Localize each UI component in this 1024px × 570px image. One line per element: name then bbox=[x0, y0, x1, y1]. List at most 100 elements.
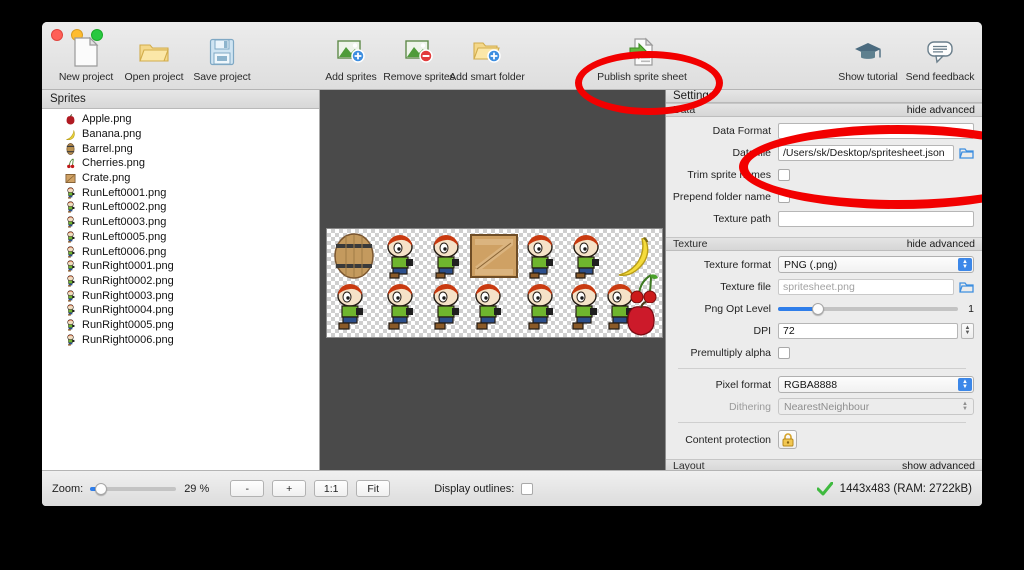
sprite-list-item[interactable]: Barrel.png bbox=[42, 141, 319, 156]
sprite-list-item-label: Cherries.png bbox=[82, 157, 145, 170]
sprite-list-item[interactable]: RunRight0003.png bbox=[42, 288, 319, 303]
cherries-thumb bbox=[64, 157, 77, 170]
add-sprites-button[interactable]: Add sprites bbox=[317, 36, 385, 83]
sprite-apple bbox=[627, 301, 655, 336]
dpi-field[interactable]: 72 bbox=[778, 322, 958, 339]
graduation-cap-icon bbox=[853, 36, 883, 68]
sprite-list-item[interactable]: Cherries.png bbox=[42, 156, 319, 171]
zoom-fit-button[interactable]: Fit bbox=[356, 480, 391, 497]
data-format-row: Data Format PixiJS bbox=[666, 122, 974, 139]
trim-sprite-names-checkbox[interactable] bbox=[778, 168, 790, 181]
sprite-list-item[interactable]: Apple.png bbox=[42, 112, 319, 127]
status-bar: Zoom: 29 % - + 1:1 Fit Display outlines:… bbox=[42, 470, 982, 506]
add-smart-folder-button[interactable]: Add smart folder bbox=[449, 36, 525, 83]
premultiply-alpha-row: Premultiply alpha bbox=[666, 344, 974, 361]
main-content: Sprites Apple.png Banana.png Barrel.png Che… bbox=[42, 90, 982, 473]
display-outlines-checkbox[interactable] bbox=[521, 482, 534, 495]
sprite-list-item[interactable]: RunLeft0005.png bbox=[42, 230, 319, 245]
sprite-list-item[interactable]: RunRight0002.png bbox=[42, 274, 319, 289]
remove-sprites-button[interactable]: Remove sprites bbox=[383, 36, 455, 83]
sprite-character bbox=[387, 284, 413, 330]
sprite-sheet-canvas[interactable] bbox=[320, 90, 666, 470]
texture-file-browse-icon[interactable] bbox=[958, 280, 974, 294]
zoom-in-button[interactable]: + bbox=[272, 480, 307, 497]
sprite-list-item-label: RunRight0003.png bbox=[82, 289, 174, 302]
sprite-character bbox=[475, 284, 501, 330]
open-project-button[interactable]: Open project bbox=[120, 36, 188, 83]
chevron-updown-icon: ▲ ▼ bbox=[958, 378, 972, 391]
prepend-folder-name-checkbox[interactable] bbox=[778, 190, 790, 203]
sprite-list-item-label: Banana.png bbox=[82, 128, 142, 141]
sprite-character bbox=[527, 284, 553, 330]
data-advanced-toggle[interactable]: hide advanced bbox=[907, 104, 975, 116]
texture-file-label: Texture file bbox=[720, 280, 771, 293]
application-window: New project Open project Save project Ad… bbox=[42, 22, 982, 506]
sprite-cherries bbox=[630, 274, 658, 303]
data-format-field[interactable]: PixiJS bbox=[778, 122, 974, 139]
texture-format-label: Texture format bbox=[703, 258, 771, 271]
sprites-panel-header: Sprites bbox=[42, 90, 319, 109]
texture-format-value: PNG (.png) bbox=[784, 258, 838, 271]
sprite-list-item[interactable]: RunRight0005.png bbox=[42, 318, 319, 333]
sprite-list-item[interactable]: Banana.png bbox=[42, 127, 319, 142]
texture-path-field[interactable] bbox=[778, 210, 974, 227]
content-protection-button[interactable] bbox=[778, 430, 797, 449]
texture-file-field[interactable]: spritesheet.png bbox=[778, 278, 954, 295]
status-text: 1443x483 (RAM: 2722kB) bbox=[839, 482, 972, 495]
new-project-button[interactable]: New project bbox=[52, 36, 120, 83]
sprite-list-item[interactable]: Crate.png bbox=[42, 171, 319, 186]
content-protection-row: Content protection bbox=[666, 430, 974, 449]
toolbar-group-publish: Publish sprite sheet bbox=[582, 36, 702, 83]
png-opt-level-slider[interactable] bbox=[778, 302, 958, 315]
sprite-list-item-label: Apple.png bbox=[82, 113, 132, 126]
publish-sprite-sheet-button[interactable]: Publish sprite sheet bbox=[582, 36, 702, 83]
data-file-field[interactable]: /Users/sk/Desktop/spritesheet.json bbox=[778, 144, 954, 161]
sprite-list-item-label: RunLeft0001.png bbox=[82, 186, 167, 199]
data-file-browse-icon[interactable] bbox=[958, 146, 974, 160]
save-project-button[interactable]: Save project bbox=[188, 36, 256, 83]
zoom-percent-value: 29 % bbox=[184, 482, 210, 495]
character-thumb bbox=[64, 304, 77, 317]
send-feedback-button[interactable]: Send feedback bbox=[904, 36, 976, 83]
png-opt-level-label: Png Opt Level bbox=[704, 302, 771, 315]
dithering-value: NearestNeighbour bbox=[784, 400, 870, 413]
texture-advanced-toggle[interactable]: hide advanced bbox=[907, 238, 975, 250]
dithering-row: Dithering NearestNeighbour ▲ ▼ bbox=[666, 398, 974, 415]
texture-path-label: Texture path bbox=[713, 212, 771, 225]
sprite-list-item[interactable]: RunLeft0002.png bbox=[42, 200, 319, 215]
sprite-list-item[interactable]: RunRight0006.png bbox=[42, 332, 319, 347]
crate-thumb bbox=[64, 172, 77, 185]
add-smart-folder-label: Add smart folder bbox=[449, 71, 525, 83]
texture-section-header: Texture hide advanced bbox=[666, 237, 982, 251]
zoom-actual-size-button[interactable]: 1:1 bbox=[314, 480, 349, 497]
zoom-out-button[interactable]: - bbox=[230, 480, 265, 497]
dpi-stepper[interactable]: ▲ ▼ bbox=[961, 322, 974, 339]
texture-format-select[interactable]: PNG (.png) ▲ ▼ bbox=[778, 256, 974, 273]
sprite-list-item-label: RunLeft0005.png bbox=[82, 230, 167, 243]
zoom-slider[interactable] bbox=[90, 482, 177, 495]
sprites-list[interactable]: Apple.png Banana.png Barrel.png Cherries.pn… bbox=[42, 109, 319, 470]
prepend-folder-name-row: Prepend folder name bbox=[666, 188, 974, 205]
show-tutorial-button[interactable]: Show tutorial bbox=[832, 36, 904, 83]
show-tutorial-label: Show tutorial bbox=[838, 71, 898, 83]
png-opt-level-knob[interactable] bbox=[811, 302, 824, 315]
remove-sprites-label: Remove sprites bbox=[383, 71, 455, 83]
sprite-list-item[interactable]: RunLeft0001.png bbox=[42, 185, 319, 200]
sprite-list-item[interactable]: RunRight0001.png bbox=[42, 259, 319, 274]
pixel-format-row: Pixel format RGBA8888 ▲ ▼ bbox=[666, 376, 974, 393]
add-folder-icon bbox=[472, 36, 502, 68]
sprite-list-item-label: RunLeft0006.png bbox=[82, 245, 167, 258]
zoom-slider-knob[interactable] bbox=[95, 482, 108, 495]
sprite-list-item[interactable]: RunRight0004.png bbox=[42, 303, 319, 318]
sprite-crate bbox=[470, 234, 518, 278]
chevron-updown-icon: ▲ ▼ bbox=[958, 258, 972, 271]
sprite-sheet-preview[interactable] bbox=[326, 228, 663, 338]
sprite-list-item[interactable]: RunLeft0006.png bbox=[42, 244, 319, 259]
premultiply-alpha-checkbox[interactable] bbox=[778, 346, 790, 359]
open-folder-icon bbox=[139, 36, 169, 68]
trim-sprite-names-row: Trim sprite names bbox=[666, 166, 974, 183]
character-thumb bbox=[64, 201, 77, 214]
sprite-list-item[interactable]: RunLeft0003.png bbox=[42, 215, 319, 230]
pixel-format-select[interactable]: RGBA8888 ▲ ▼ bbox=[778, 376, 974, 393]
banana-thumb bbox=[64, 128, 77, 141]
